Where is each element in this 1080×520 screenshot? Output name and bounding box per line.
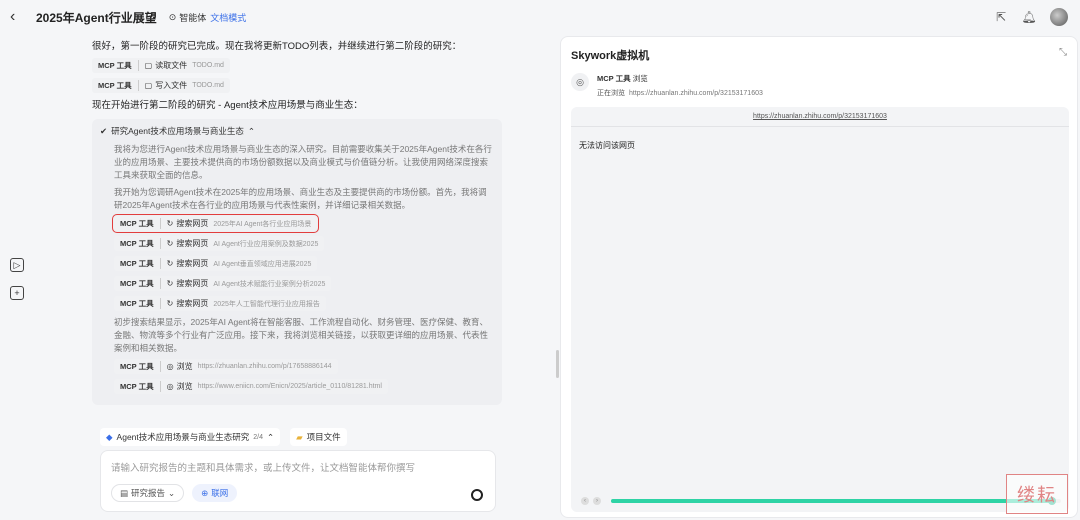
scrollbar[interactable] xyxy=(556,350,559,378)
document-icon: ▤ xyxy=(120,487,129,498)
browse-call-row[interactable]: MCP 工具 ◎ 浏览 https://zhuanlan.zhihu.com/p/17… xyxy=(114,359,494,374)
virtual-machine-panel: Skywork虚拟机 ⤡ ◎ MCP 工具 浏览 正在浏览 https://zhu… xyxy=(560,36,1078,518)
web-toggle[interactable]: ⊕ 联网 xyxy=(192,484,238,502)
thinking-paragraph: 我将为您进行Agent技术应用场景与商业生态的深入研究。目前需要收集关于2025… xyxy=(114,144,492,180)
prev-icon[interactable]: ‹ xyxy=(581,497,589,505)
prompt-placeholder[interactable]: 请输入研究报告的主题和具体需求，或上传文件，让文档智能体帮你撰写 xyxy=(111,460,415,474)
left-rail: ▷ + xyxy=(10,258,24,300)
share-icon[interactable]: ⇱ xyxy=(994,10,1008,24)
thinking-paragraph: 初步搜索结果显示，2025年AI Agent将在智能客服、工作流程自动化、财务管… xyxy=(114,317,489,353)
search-refresh-icon: ↻ xyxy=(166,239,174,248)
browser-viewer: https://zhuanlan.zhihu.com/p/32153171603… xyxy=(571,107,1069,512)
panel-title: Skywork虚拟机 xyxy=(571,50,650,62)
steps-bar: ◆ Agent技术应用场景与商业生态研究 2/4 ⌃ ▰ 项目文件 xyxy=(100,428,347,446)
report-type-dropdown[interactable]: ▤ 研究报告 ⌄ xyxy=(111,484,185,502)
next-icon[interactable]: › xyxy=(593,497,601,505)
folder-icon: ▰ xyxy=(296,431,303,442)
file-icon: ▢ xyxy=(144,81,153,90)
shield-icon: ◆ xyxy=(106,431,113,442)
project-files-chip[interactable]: ▰ 项目文件 xyxy=(290,428,347,446)
compass-icon: ◎ xyxy=(166,362,174,371)
mode-tag[interactable]: 文档模式 xyxy=(210,11,246,24)
browse-call-row[interactable]: MCP 工具 ◎ 浏览 https://www.eniicn.com/Enicn/20… xyxy=(114,379,494,394)
sidebar-toggle-icon[interactable]: ▷ xyxy=(10,258,24,272)
new-chat-icon[interactable]: + xyxy=(10,286,24,300)
search-call-row[interactable]: MCP 工具 ↻ 搜索网页 AI Agent行业应用案例及数据2025 xyxy=(114,236,494,251)
page-title: 2025年Agent行业展望 xyxy=(36,10,157,25)
progress-track[interactable] xyxy=(611,497,1061,505)
thinking-paragraph: 我开始为您调研Agent技术在2025年的应用场景、商业生态及主要提供商的市场份… xyxy=(114,187,487,210)
thinking-block: ✔ 研究Agent技术应用场景与商业生态 ⌃ 我将为您进行Agent技术应用场景… xyxy=(92,119,502,405)
tool-call-row[interactable]: MCP 工具 ▢ 读取文件 TODO.md xyxy=(92,58,502,73)
send-icon[interactable] xyxy=(471,489,483,501)
bell-icon[interactable]: 🔔︎ xyxy=(1021,10,1036,24)
browse-status: ◎ MCP 工具 浏览 正在浏览 https://zhuanlan.zhihu.c… xyxy=(571,73,763,98)
agent-tag[interactable]: ⊙ 智能体 xyxy=(169,11,207,24)
search-refresh-icon: ↻ xyxy=(166,259,174,268)
highlighted-search-chip[interactable]: MCP 工具 ↻ 搜索网页 2025年AI Agent各行业应用场景 xyxy=(111,214,320,233)
stage2-title: 现在开始进行第二阶段的研究 - Agent技术应用场景与商业生态： xyxy=(92,100,363,111)
prompt-input-box[interactable]: 请输入研究报告的主题和具体需求，或上传文件，让文档智能体帮你撰写 ▤ 研究报告 ⌄ … xyxy=(100,450,496,512)
search-call-row[interactable]: MCP 工具 ↻ 搜索网页 AI Agent技术赋能行业案例分析2025 xyxy=(114,276,494,291)
thinking-header[interactable]: ✔ 研究Agent技术应用场景与商业生态 ⌃ xyxy=(100,125,494,137)
search-refresh-icon: ↻ xyxy=(166,279,174,288)
minimize-icon[interactable]: ⤡ xyxy=(1059,47,1067,58)
robot-icon: ⊙ xyxy=(168,11,177,22)
compass-icon: ◎ xyxy=(166,382,174,391)
search-refresh-icon: ↻ xyxy=(166,219,174,228)
search-call-row[interactable]: MCP 工具 ↻ 搜索网页 2025年人工智能代理行业应用报告 xyxy=(114,296,494,311)
viewer-message: 无法访问该网页 xyxy=(579,141,635,150)
chevron-up-icon: ⌃ xyxy=(267,431,275,442)
tool-call-row[interactable]: MCP 工具 ▢ 写入文件 TODO.md xyxy=(92,78,502,93)
steps-chip[interactable]: ◆ Agent技术应用场景与商业生态研究 2/4 ⌃ xyxy=(100,428,281,446)
search-refresh-icon: ↻ xyxy=(166,299,174,308)
intro-text: 很好，第一阶段的研究已完成。现在我将更新TODO列表，并继续进行第二阶段的研究： xyxy=(92,41,462,52)
chevron-up-icon: ⌃ xyxy=(247,125,255,136)
progress-fill xyxy=(611,499,1052,503)
chevron-down-icon: ⌄ xyxy=(168,487,176,498)
top-bar: ‹ 2025年Agent行业展望 ⊙ 智能体 文档模式 ⇱ 🔔︎ xyxy=(0,0,1080,34)
search-call-row[interactable]: MCP 工具 ↻ 搜索网页 AI Agent垂直领域应用进展2025 xyxy=(114,256,494,271)
back-arrow-icon[interactable]: ‹ xyxy=(10,8,30,26)
file-icon: ▢ xyxy=(144,61,153,70)
chat-area: 很好，第一阶段的研究已完成。现在我将更新TODO列表，并继续进行第二阶段的研究：… xyxy=(92,40,502,418)
check-icon: ✔ xyxy=(100,125,108,136)
globe-icon: ⊕ xyxy=(201,487,209,498)
viewer-url[interactable]: https://zhuanlan.zhihu.com/p/32153171603 xyxy=(571,107,1069,127)
compass-icon: ◎ xyxy=(571,73,589,91)
watermark-stamp: 缕耘 xyxy=(1006,474,1068,514)
avatar[interactable] xyxy=(1050,8,1068,26)
playback-bar: ‹ › xyxy=(581,496,1061,506)
search-call-row[interactable]: MCP 工具 ↻ 搜索网页 2025年AI Agent各行业应用场景 xyxy=(111,214,494,233)
